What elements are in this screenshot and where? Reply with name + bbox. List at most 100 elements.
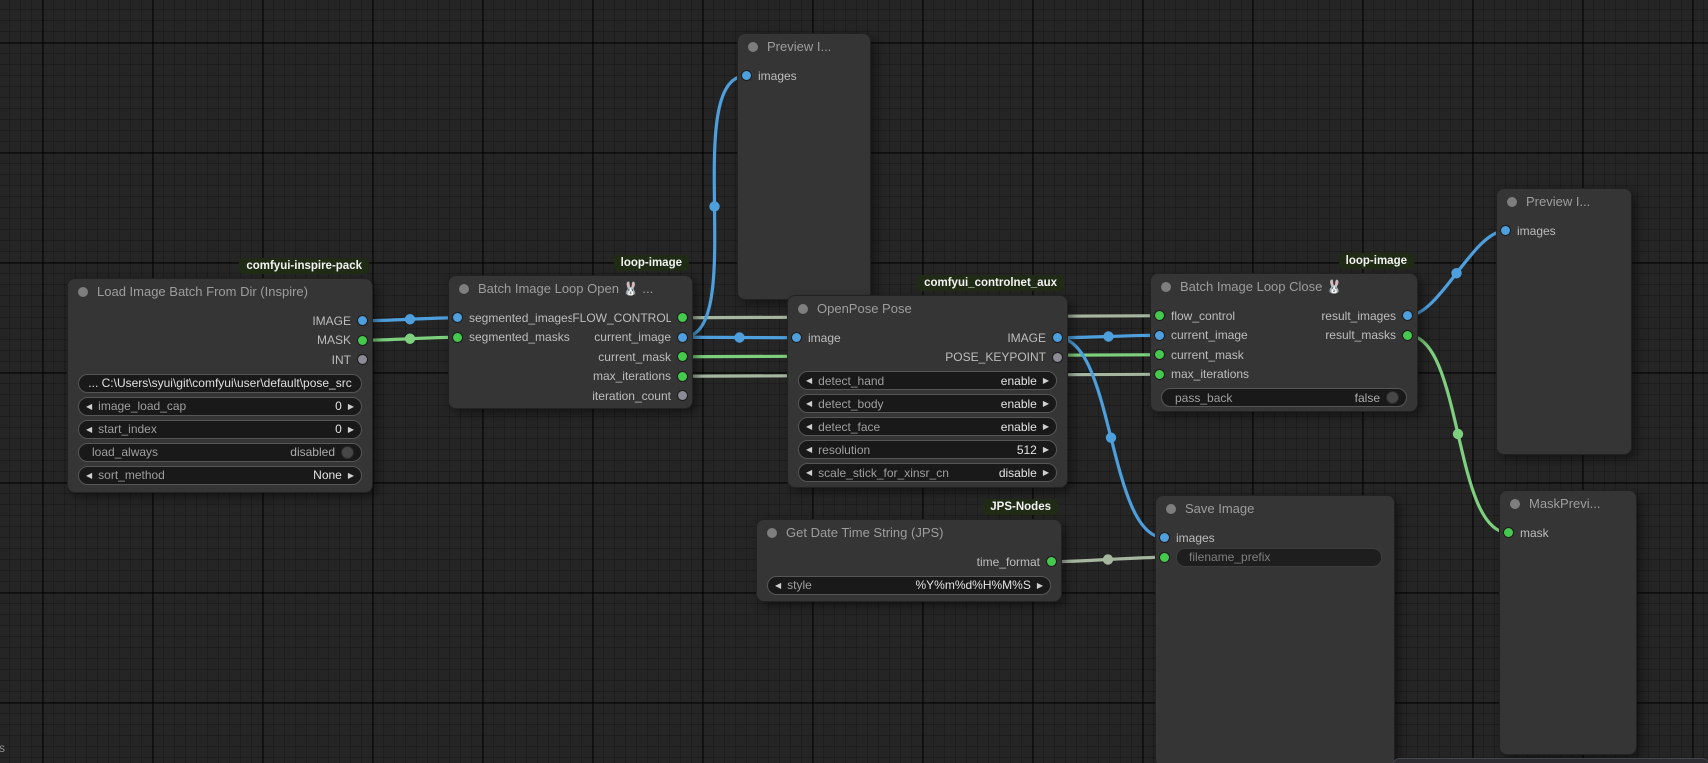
- collapse-dot-icon[interactable]: [767, 528, 777, 538]
- flow_control-input-port[interactable]: [1155, 311, 1164, 320]
- collapse-dot-icon[interactable]: [1161, 282, 1171, 292]
- collapse-dot-icon[interactable]: [459, 284, 469, 294]
- increment-arrow-icon[interactable]: ▶: [348, 397, 354, 416]
- collapse-dot-icon[interactable]: [78, 287, 88, 297]
- MASK-output-port[interactable]: [358, 336, 367, 345]
- segmented_masks-input-port[interactable]: [453, 333, 462, 342]
- link-midpoint-dot: [1453, 429, 1463, 439]
- output-label: IMAGE: [1007, 331, 1046, 345]
- collapse-dot-icon[interactable]: [1166, 504, 1176, 514]
- images-input-port[interactable]: [1501, 226, 1510, 235]
- segmented_images-input-port[interactable]: [453, 313, 462, 322]
- decrement-arrow-icon[interactable]: ◀: [86, 397, 92, 416]
- current_image-input-port[interactable]: [1155, 331, 1164, 340]
- collapse-dot-icon[interactable]: [748, 42, 758, 52]
- output-label: max_iterations: [593, 369, 671, 383]
- link-wire: [363, 318, 458, 321]
- increment-arrow-icon[interactable]: ▶: [1043, 417, 1049, 436]
- images-input-port[interactable]: [742, 71, 751, 80]
- increment-arrow-icon[interactable]: ▶: [1037, 576, 1043, 595]
- images-input-port[interactable]: [1160, 533, 1169, 542]
- widget-name: style: [787, 578, 903, 592]
- node-save_image[interactable]: Save Imageimagesfilename_prefix: [1155, 495, 1395, 763]
- decrement-arrow-icon[interactable]: ◀: [806, 394, 812, 413]
- decrement-arrow-icon[interactable]: ◀: [806, 463, 812, 482]
- increment-arrow-icon[interactable]: ▶: [1043, 440, 1049, 459]
- link-midpoint-dot: [734, 332, 744, 342]
- widget-name: resolution: [818, 443, 1005, 457]
- detect_hand-combo-widget[interactable]: ◀detect_handenable▶: [798, 371, 1057, 390]
- link-wire: [1052, 557, 1165, 562]
- style-combo-widget[interactable]: ◀style%Y%m%d%H%M%S▶: [767, 576, 1051, 595]
- detect_face-combo-widget[interactable]: ◀detect_faceenable▶: [798, 417, 1057, 436]
- pass_back-toggle-widget[interactable]: pass_backfalse: [1161, 388, 1407, 407]
- increment-arrow-icon[interactable]: ▶: [348, 466, 354, 485]
- current_mask-output-port[interactable]: [678, 352, 687, 361]
- resolution-combo-widget[interactable]: ◀resolution512▶: [798, 440, 1057, 459]
- input-label: current_image: [1171, 328, 1248, 342]
- detect_body-combo-widget[interactable]: ◀detect_bodyenable▶: [798, 394, 1057, 413]
- link-wire: [1058, 338, 1165, 538]
- node-graph-canvas[interactable]: Preview I...images comfyui-inspire-packLo…: [0, 0, 1708, 763]
- INT-output-port[interactable]: [358, 355, 367, 364]
- IMAGE-output-port[interactable]: [1053, 333, 1062, 342]
- scale_stick_for_xinsr_cn-combo-widget[interactable]: ◀scale_stick_for_xinsr_cndisable▶: [798, 463, 1057, 482]
- result_masks-output-port[interactable]: [1403, 331, 1412, 340]
- toggle-knob[interactable]: [341, 446, 354, 459]
- node-load_image_batch[interactable]: comfyui-inspire-packLoad Image Batch Fro…: [67, 278, 373, 493]
- toggle-knob[interactable]: [1386, 391, 1399, 404]
- decrement-arrow-icon[interactable]: ◀: [775, 576, 781, 595]
- widget-name: load_always: [92, 445, 278, 459]
- iteration_count-output-port[interactable]: [678, 391, 687, 400]
- result_images-output-port[interactable]: [1403, 311, 1412, 320]
- output-label: iteration_count: [592, 389, 671, 403]
- time_format-output-port[interactable]: [1047, 557, 1056, 566]
- node-badge: JPS-Nodes: [983, 499, 1058, 515]
- output-label: FLOW_CONTROL: [572, 311, 671, 325]
- node-preview_right[interactable]: Preview I...images: [1496, 188, 1632, 455]
- decrement-arrow-icon[interactable]: ◀: [806, 371, 812, 390]
- increment-arrow-icon[interactable]: ▶: [348, 420, 354, 439]
- image_load_cap-combo-widget[interactable]: ◀image_load_cap0▶: [78, 397, 362, 416]
- collapse-dot-icon[interactable]: [1507, 197, 1517, 207]
- decrement-arrow-icon[interactable]: ◀: [806, 417, 812, 436]
- filename_prefix-widget-input[interactable]: filename_prefix: [1176, 548, 1382, 567]
- decrement-arrow-icon[interactable]: ◀: [86, 420, 92, 439]
- input-label: images: [1517, 224, 1556, 238]
- filename_prefix-input-port[interactable]: [1160, 553, 1169, 562]
- node-badge: comfyui_controlnet_aux: [917, 275, 1064, 291]
- decrement-arrow-icon[interactable]: ◀: [86, 466, 92, 485]
- node-openpose[interactable]: comfyui_controlnet_auxOpenPose Poseimage…: [787, 295, 1068, 488]
- node-loop_open[interactable]: loop-imageBatch Image Loop Open 🐰 ...seg…: [448, 275, 693, 409]
- input-label: segmented_masks: [469, 330, 570, 344]
- clipped-corner-text: s: [0, 741, 5, 755]
- node-loop_close[interactable]: loop-imageBatch Image Loop Close 🐰flow_c…: [1150, 273, 1418, 412]
- start_index-combo-widget[interactable]: ◀start_index0▶: [78, 420, 362, 439]
- link-midpoint-dot: [1103, 554, 1113, 564]
- max_iterations-input-port[interactable]: [1155, 370, 1164, 379]
- node-get_datetime[interactable]: JPS-NodesGet Date Time String (JPS)time_…: [756, 519, 1062, 602]
- POSE_KEYPOINT-output-port[interactable]: [1053, 353, 1062, 362]
- decrement-arrow-icon[interactable]: ◀: [806, 440, 812, 459]
- image-input-port[interactable]: [792, 333, 801, 342]
- link-midpoint-dot: [709, 201, 719, 211]
- node-title: Get Date Time String (JPS): [786, 525, 944, 540]
- load_always-toggle-widget[interactable]: load_alwaysdisabled: [78, 443, 362, 462]
- directory-text-widget[interactable]: ... C:\Users\syui\git\comfyui\user\defau…: [78, 374, 362, 393]
- collapse-dot-icon[interactable]: [1510, 499, 1520, 509]
- IMAGE-output-port[interactable]: [358, 316, 367, 325]
- current_image-output-port[interactable]: [678, 333, 687, 342]
- mask-input-port[interactable]: [1504, 528, 1513, 537]
- increment-arrow-icon[interactable]: ▶: [1043, 371, 1049, 390]
- output-label: current_image: [594, 330, 671, 344]
- node-titlebar: Save Image: [1156, 496, 1394, 521]
- max_iterations-output-port[interactable]: [678, 372, 687, 381]
- collapse-dot-icon[interactable]: [798, 304, 808, 314]
- node-mask_preview[interactable]: MaskPrevi...mask: [1499, 490, 1637, 755]
- node-preview_top[interactable]: Preview I...images: [737, 33, 871, 300]
- increment-arrow-icon[interactable]: ▶: [1043, 463, 1049, 482]
- current_mask-input-port[interactable]: [1155, 350, 1164, 359]
- sort_method-combo-widget[interactable]: ◀sort_methodNone▶: [78, 466, 362, 485]
- FLOW_CONTROL-output-port[interactable]: [678, 313, 687, 322]
- increment-arrow-icon[interactable]: ▶: [1043, 394, 1049, 413]
